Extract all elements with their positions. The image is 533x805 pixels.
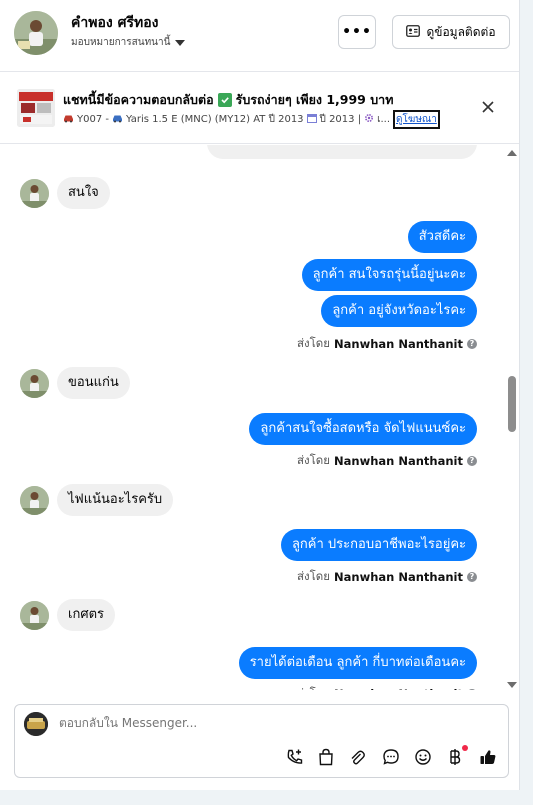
page-avatar — [24, 712, 48, 736]
incoming-message-bubble[interactable]: สนใจ — [57, 177, 110, 209]
emoji-icon[interactable] — [413, 747, 433, 767]
sent-by-label: ส่งโดย Nanwhan Nanthanit ? — [297, 452, 477, 470]
sender-name: Nanwhan Nanthanit — [334, 337, 463, 351]
scroll-up-arrow[interactable] — [507, 150, 517, 156]
sent-by-label: ส่งโดย Nanwhan Nanthanit ? — [297, 568, 477, 586]
ad-reply-banner: แชทนี้มีข้อความตอบกลับต่อ รับรถง่ายๆ เพี… — [0, 72, 519, 144]
messenger-panel: คำพอง ศรีทอง มอบหมายการสนทนานี้ ••• ดูข้… — [0, 0, 520, 790]
outgoing-message-bubble[interactable]: ลูกค้า อยู่จังหวัดอะไรคะ — [321, 295, 477, 327]
phone-add-icon[interactable] — [285, 747, 305, 767]
conversation-header: คำพอง ศรีทอง มอบหมายการสนทนานี้ ••• ดูข้… — [0, 0, 519, 72]
previous-message-bubble — [207, 145, 477, 159]
scrollbar-thumb[interactable] — [508, 376, 516, 432]
ad-thumbnail — [17, 89, 55, 127]
incoming-message-row: ขอนแก่น — [20, 367, 130, 399]
incoming-message-bubble[interactable]: ขอนแก่น — [57, 367, 130, 399]
ad-model: Yaris 1.5 E (MNC) (MY12) AT ปี 2013 — [125, 114, 304, 125]
sent-by-prefix: ส่งโดย — [296, 453, 331, 467]
info-icon[interactable]: ? — [467, 572, 477, 582]
ad-code: Y007 - — [77, 114, 109, 125]
assign-label: มอบหมายการสนทนานี้ — [71, 37, 171, 48]
incoming-message-bubble[interactable]: เกศตร — [57, 599, 115, 631]
incoming-message-row: สนใจ — [20, 177, 110, 209]
gear-icon — [364, 113, 374, 126]
calendar-icon — [306, 113, 317, 126]
chat-bubble-icon[interactable] — [381, 747, 401, 767]
info-icon[interactable]: ? — [467, 339, 477, 349]
contact-avatar-small — [20, 178, 49, 208]
info-icon[interactable]: ? — [467, 689, 477, 690]
contact-card-icon — [406, 24, 421, 40]
contact-avatar-small — [20, 485, 49, 515]
close-icon[interactable] — [478, 97, 498, 117]
contact-avatar-small — [20, 368, 49, 398]
notification-dot — [462, 745, 468, 751]
sent-by-label: ส่งโดย Nanwhan Nanthanit ? — [297, 335, 477, 353]
contact-name: คำพอง ศรีทอง — [71, 15, 159, 31]
incoming-message-row: เกศตร — [20, 599, 115, 631]
ad-more: เ... — [377, 114, 391, 125]
outgoing-message-bubble[interactable]: ลูกค้าสนใจซื้อสดหรือ จัดไฟแนนซ์คะ — [249, 413, 477, 445]
ad-year: ปี 2013 | — [319, 114, 362, 125]
contact-avatar[interactable] — [14, 11, 58, 55]
sender-name: Nanwhan Nanthanit — [334, 570, 463, 584]
thumbs-up-icon[interactable] — [478, 747, 498, 767]
outgoing-message-bubble[interactable]: รายได้ต่อเดือน ลูกค้า กี่บาทต่อเดือนคะ — [238, 647, 477, 679]
car-icon — [112, 114, 123, 126]
reply-input[interactable] — [59, 716, 459, 730]
attachment-icon[interactable] — [347, 747, 367, 767]
sent-by-prefix: ส่งโดย — [297, 685, 330, 690]
sent-by-prefix: ส่งโดย — [296, 569, 331, 583]
scroll-down-arrow[interactable] — [507, 682, 517, 688]
view-contact-label: ดูข้อมูลติดต่อ — [426, 24, 496, 39]
view-contact-button[interactable]: ดูข้อมูลติดต่อ — [392, 15, 510, 49]
incoming-message-bubble[interactable]: ไฟแน้นอะไรครับ — [57, 484, 174, 516]
sent-by-prefix: ส่งโดย — [296, 336, 331, 350]
view-ad-link[interactable]: ดูโฆษณา — [393, 110, 440, 129]
contact-avatar-small — [20, 600, 49, 630]
check-icon — [217, 93, 232, 107]
baht-icon[interactable] — [445, 745, 468, 767]
sender-name: Nanwhan Nanthanit — [334, 454, 463, 468]
ad-title-text: แชทนี้มีข้อความตอบกลับต่อ — [63, 92, 214, 107]
sender-name: Nanwhan Nanthanit — [334, 687, 463, 690]
message-composer — [14, 704, 509, 778]
car-icon — [63, 114, 74, 126]
ad-title-suffix: รับรถง่ายๆ เพียง 1,999 บาท — [235, 92, 394, 107]
info-icon[interactable]: ? — [467, 456, 477, 466]
assign-conversation-dropdown[interactable]: มอบหมายการสนทนานี้ — [71, 35, 186, 50]
incoming-message-row: ไฟแน้นอะไรครับ — [20, 484, 174, 516]
sent-by-label: ส่งโดย Nanwhan Nanthanit ? — [297, 685, 477, 690]
ad-title: แชทนี้มีข้อความตอบกลับต่อ รับรถง่ายๆ เพี… — [63, 90, 393, 110]
outgoing-message-bubble[interactable]: ลูกค้า สนใจรถรุ่นนี้อยู่นะคะ — [301, 259, 477, 291]
outgoing-message-bubble[interactable]: ลูกค้า ประกอบอาชีพอะไรอยู่คะ — [280, 529, 477, 561]
shopping-bag-icon[interactable] — [316, 747, 336, 767]
message-thread: สนใจ สัวสดีคะ ลูกค้า สนใจรถรุ่นนี้อยู่นะ… — [0, 145, 519, 690]
caret-down-icon — [175, 39, 186, 46]
ad-details: Y007 - Yaris 1.5 E (MNC) (MY12) AT ปี 20… — [63, 110, 463, 129]
outgoing-message-bubble[interactable]: สัวสดีคะ — [407, 221, 477, 253]
more-options-button[interactable]: ••• — [338, 15, 376, 49]
